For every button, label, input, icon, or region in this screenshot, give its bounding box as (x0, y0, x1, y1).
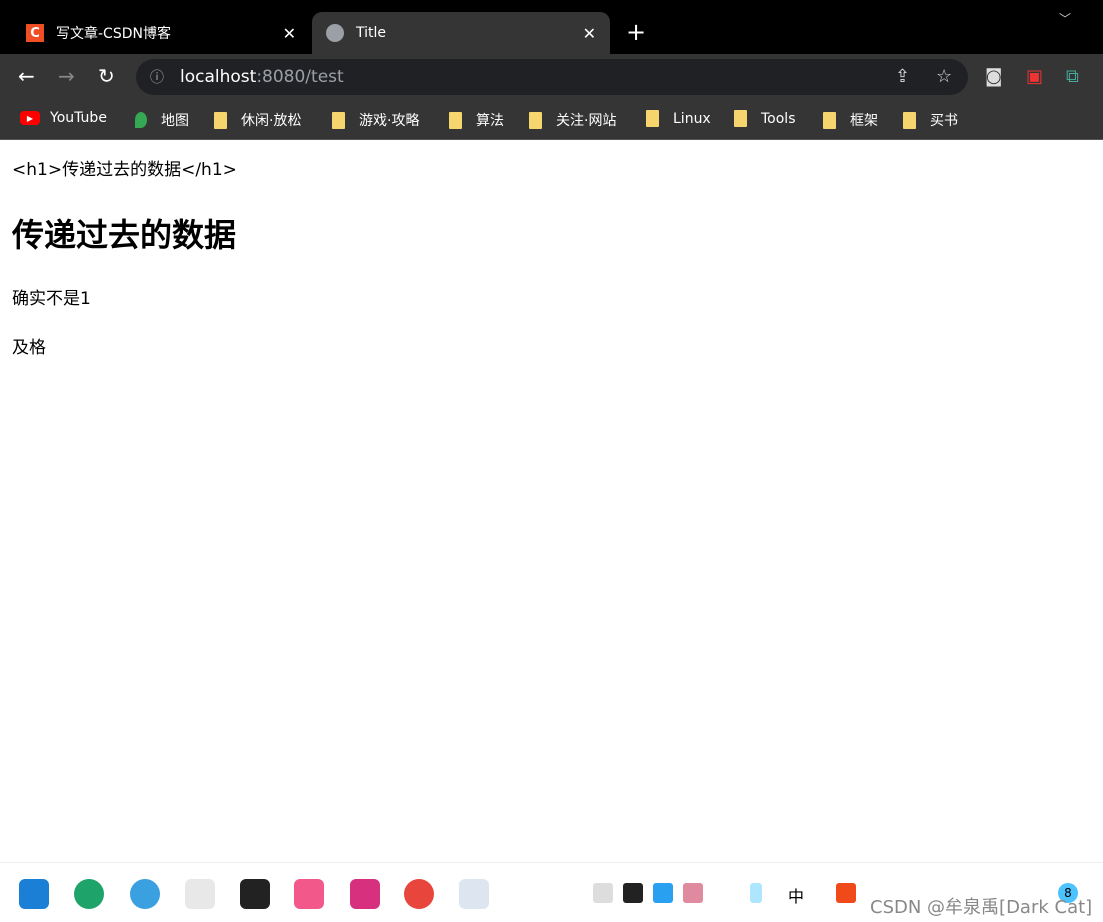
reload-icon[interactable]: ↻ (98, 64, 115, 88)
star-icon[interactable]: ☆ (936, 66, 952, 87)
share-icon[interactable]: ⇪ (895, 66, 910, 87)
bookmark[interactable]: 游戏·攻略 (332, 110, 419, 130)
bookmark[interactable]: 框架 (823, 110, 878, 130)
new-tab-button[interactable]: + (626, 18, 646, 46)
folder-icon (734, 110, 747, 127)
terminal-icon[interactable] (240, 879, 270, 909)
info-icon: ⓘ (150, 70, 164, 86)
globe-icon (326, 24, 344, 42)
bookmark[interactable]: Tools (734, 110, 796, 127)
back-icon[interactable]: ← (18, 64, 35, 88)
ime-indicator[interactable]: 中 (788, 883, 804, 907)
s-extension-icon[interactable]: ⧉ (1066, 66, 1079, 87)
forward-icon[interactable]: → (58, 64, 75, 88)
watermark: CSDN @牟泉禹[Dark Cat] (870, 897, 1093, 918)
bookmark[interactable]: Linux (646, 110, 711, 127)
page-heading: 传递过去的数据 (12, 216, 237, 254)
app-icon[interactable] (459, 879, 489, 909)
folder-icon (214, 111, 227, 129)
vivaldi-icon[interactable] (130, 879, 160, 909)
chat-icon[interactable] (653, 883, 673, 903)
bilibili-icon[interactable] (294, 879, 324, 909)
bookmark[interactable]: 买书 (903, 110, 958, 130)
tab-title[interactable]: Title ✕ (312, 12, 610, 54)
bookmarks-bar: ▶ YouTube 地图 休闲·放松 游戏·攻略 算法 关注·网站 Linux T… (0, 100, 1103, 140)
bookmark[interactable]: 关注·网站 (529, 110, 616, 130)
paragraph: 及格 (12, 338, 46, 358)
mail-icon[interactable] (19, 879, 49, 909)
taskbar: 中 8 CSDN @牟泉禹[Dark Cat] (0, 862, 1103, 922)
extension-icon[interactable]: ◙ (985, 66, 1002, 87)
sogou-icon[interactable] (836, 883, 856, 903)
headset-icon[interactable] (623, 883, 643, 903)
intellij-icon[interactable] (350, 879, 380, 909)
folder-icon (529, 111, 542, 129)
tray-icon[interactable] (593, 883, 613, 903)
maps-icon (135, 112, 147, 128)
folder-icon (449, 111, 462, 129)
tab-search-icon[interactable]: ﹀ (1059, 10, 1071, 27)
toolbar: ← → ↻ ⓘ localhost:8080/test ⇪ ☆ ◙ ▣ ⧉ (0, 54, 1103, 100)
address-bar[interactable]: ⓘ localhost:8080/test (136, 59, 968, 95)
bookmark[interactable]: 休闲·放松 (214, 110, 301, 130)
bookmark[interactable]: ▶ YouTube (20, 110, 107, 126)
page-content: <h1>传递过去的数据</h1> 传递过去的数据 确实不是1 及格 (12, 141, 237, 358)
folder-icon (332, 111, 345, 129)
folder-icon (646, 110, 659, 127)
folder-icon (823, 111, 836, 129)
paragraph: 确实不是1 (12, 289, 91, 309)
close-icon[interactable]: ✕ (583, 24, 596, 43)
bookmark[interactable]: 地图 (135, 110, 189, 130)
microphone-icon[interactable] (750, 883, 762, 903)
chrome-icon[interactable] (404, 879, 434, 909)
raw-text: <h1>传递过去的数据</h1> (12, 160, 237, 180)
fe-extension-icon[interactable]: ▣ (1026, 66, 1043, 87)
youtube-icon: ▶ (20, 111, 40, 125)
folder-icon (903, 111, 916, 129)
tab-strip: C 写文章-CSDN博客 ✕ Title ✕ + ﹀ (0, 0, 1103, 54)
csdn-icon: C (26, 24, 44, 42)
close-icon[interactable]: ✕ (283, 24, 296, 43)
bilibili-tray-icon[interactable] (683, 883, 703, 903)
store-icon[interactable] (185, 879, 215, 909)
edge-icon[interactable] (74, 879, 104, 909)
bookmark[interactable]: 算法 (449, 110, 504, 130)
tab-csdn[interactable]: C 写文章-CSDN博客 ✕ (12, 12, 310, 54)
